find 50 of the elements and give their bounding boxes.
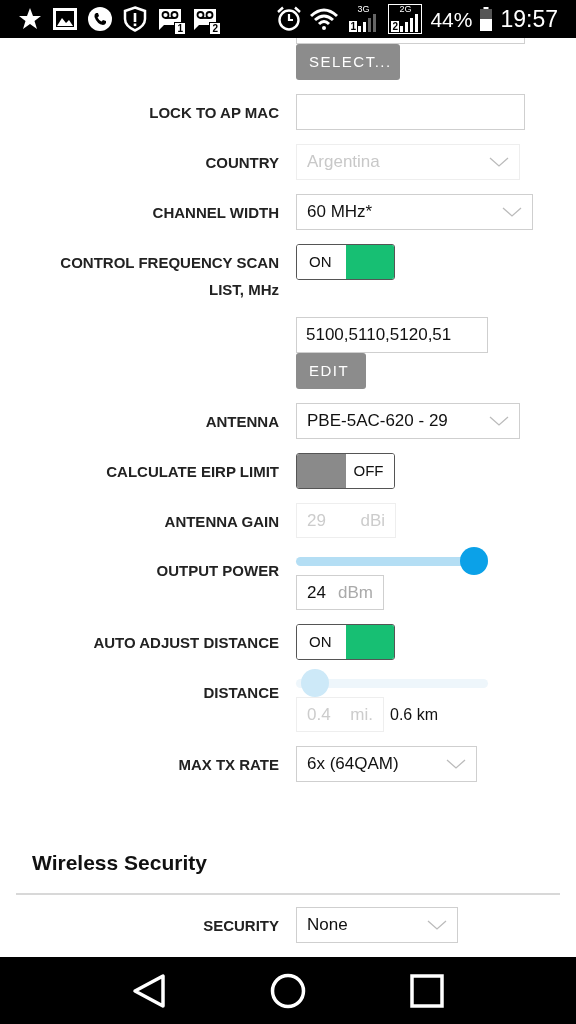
chevron-down-icon	[502, 207, 522, 217]
chevron-down-icon	[446, 759, 466, 769]
slider[interactable]	[296, 547, 488, 575]
field-label: CONTROL FREQUENCY SCAN LIST, MHz	[59, 253, 279, 300]
chevron-down-icon	[427, 919, 447, 930]
dropdown[interactable]: 60 MHz*	[296, 194, 533, 230]
field-label: ANTENNA	[205, 412, 279, 432]
text-field[interactable]	[296, 94, 525, 130]
field-label: SECURITY	[203, 915, 279, 936]
field-label: LOCK TO AP MAC	[149, 103, 279, 123]
chevron-down-icon	[489, 416, 509, 426]
shield-alert-icon	[123, 6, 147, 32]
sim-number: 2	[209, 22, 221, 35]
sim-number: 1	[174, 22, 186, 35]
recent-apps-icon[interactable]	[410, 973, 444, 1008]
field-label: MAX TX RATE	[178, 755, 279, 775]
toggle-switch[interactable]: ON	[296, 244, 395, 280]
sim-number: 2	[391, 21, 399, 32]
clock-time: 19:57	[500, 7, 558, 31]
field-label: COUNTRY	[205, 153, 279, 173]
field-label: ANTENNA GAIN	[164, 512, 279, 532]
dropdown[interactable]: PBE-5AC-620 - 29	[296, 403, 520, 439]
phone-icon	[88, 7, 112, 31]
star-icon	[18, 7, 42, 31]
network-label: 2G	[399, 5, 412, 14]
alarm-icon	[276, 6, 303, 32]
slider[interactable]	[296, 669, 488, 697]
dropdown[interactable]: 6x (64QAM)	[296, 746, 477, 782]
dropdown[interactable]: None	[296, 906, 458, 943]
field-label: OUTPUT POWER	[156, 561, 279, 581]
toggle-switch[interactable]: OFF	[296, 453, 395, 489]
battery-icon	[480, 7, 493, 31]
network-label: 3G	[357, 5, 370, 14]
text-field[interactable]: 5100,5110,5120,51	[296, 317, 488, 353]
toggle-switch[interactable]: ON	[296, 624, 395, 660]
wifi-icon	[310, 8, 339, 30]
back-icon[interactable]	[132, 972, 166, 1009]
section-heading: Wireless Security	[32, 850, 208, 876]
distance-reading: 0.6 km	[390, 704, 438, 725]
slider-thumb[interactable]	[459, 547, 488, 575]
image-icon	[53, 8, 77, 30]
field-label: CHANNEL WIDTH	[152, 203, 279, 223]
chevron-down-icon	[489, 157, 509, 167]
field-label: DISTANCE	[203, 683, 279, 703]
field-label: CALCULATE EIRP LIMIT	[106, 462, 279, 482]
sim-number: 1	[349, 21, 357, 32]
field-label: AUTO ADJUST DISTANCE	[93, 633, 279, 653]
number-field[interactable]: 24 dBm	[296, 575, 384, 610]
battery-percent: 44%	[430, 8, 473, 30]
home-icon[interactable]	[270, 972, 306, 1009]
